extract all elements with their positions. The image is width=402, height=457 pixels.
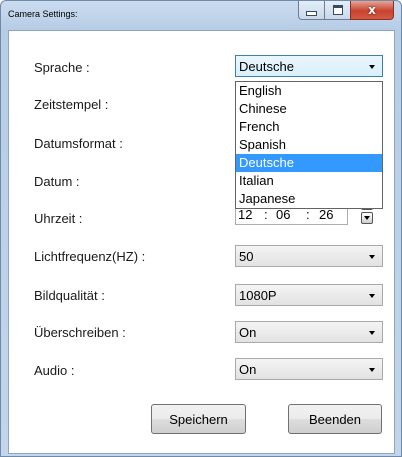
overwrite-value: On: [239, 325, 257, 340]
timestamp-label: Zeitstempel :: [34, 97, 109, 112]
maximize-icon: [332, 5, 343, 15]
language-option[interactable]: Italian: [236, 172, 382, 190]
time-second[interactable]: 26: [319, 207, 333, 222]
minimize-button[interactable]: [298, 1, 324, 20]
language-dropdown-list[interactable]: English Chinese French Spanish Deutsche …: [235, 81, 383, 209]
language-option[interactable]: Chinese: [236, 100, 382, 118]
language-option[interactable]: French: [236, 118, 382, 136]
date-label: Datum :: [34, 174, 80, 189]
chevron-down-icon: [369, 331, 375, 335]
language-option[interactable]: English: [236, 82, 382, 100]
chevron-down-icon: [369, 368, 375, 372]
settings-panel: Sprache : Deutsche Zeitstempel : Datumsf…: [8, 30, 395, 454]
overwrite-label: Überschreiben :: [34, 325, 126, 340]
language-option-selected[interactable]: Deutsche: [236, 154, 382, 172]
title-bar[interactable]: Camera Settings: x: [1, 1, 401, 31]
date-format-label: Datumsformat :: [34, 136, 123, 151]
language-label: Sprache :: [34, 60, 90, 75]
time-hour[interactable]: 12: [238, 207, 252, 222]
close-button[interactable]: x: [350, 1, 394, 20]
minimize-icon: [306, 10, 317, 16]
light-frequency-select[interactable]: 50: [235, 245, 383, 267]
time-minute[interactable]: 06: [276, 207, 290, 222]
image-quality-value: 1080P: [239, 288, 277, 303]
time-label: Uhrzeit :: [34, 211, 83, 226]
chevron-down-icon: [369, 65, 375, 69]
light-frequency-label: Lichtfrequenz(HZ) :: [34, 249, 146, 264]
save-button[interactable]: Speichern: [151, 404, 246, 434]
language-select[interactable]: Deutsche: [235, 55, 383, 77]
time-separator: :: [264, 207, 268, 222]
language-option[interactable]: Japanese: [236, 190, 382, 208]
exit-button[interactable]: Beenden: [288, 404, 382, 434]
spin-down-button[interactable]: [361, 212, 373, 224]
caption-buttons: x: [298, 1, 394, 21]
image-quality-select[interactable]: 1080P: [235, 284, 383, 306]
language-option[interactable]: Spanish: [236, 136, 382, 154]
close-icon: x: [368, 3, 376, 17]
time-separator: :: [306, 207, 310, 222]
audio-label: Audio :: [34, 363, 75, 378]
audio-value: On: [239, 362, 257, 377]
spin-down-icon: [364, 216, 370, 220]
audio-select[interactable]: On: [235, 358, 383, 380]
camera-settings-window: Camera Settings: x Sprache : Deutsche Ze…: [0, 0, 402, 457]
maximize-button[interactable]: [324, 1, 350, 20]
chevron-down-icon: [369, 294, 375, 298]
chevron-down-icon: [369, 255, 375, 259]
language-select-value: Deutsche: [239, 59, 294, 74]
light-frequency-value: 50: [239, 249, 254, 264]
overwrite-select[interactable]: On: [235, 321, 383, 343]
image-quality-label: Bildqualität :: [34, 288, 105, 303]
window-title: Camera Settings:: [8, 9, 78, 19]
